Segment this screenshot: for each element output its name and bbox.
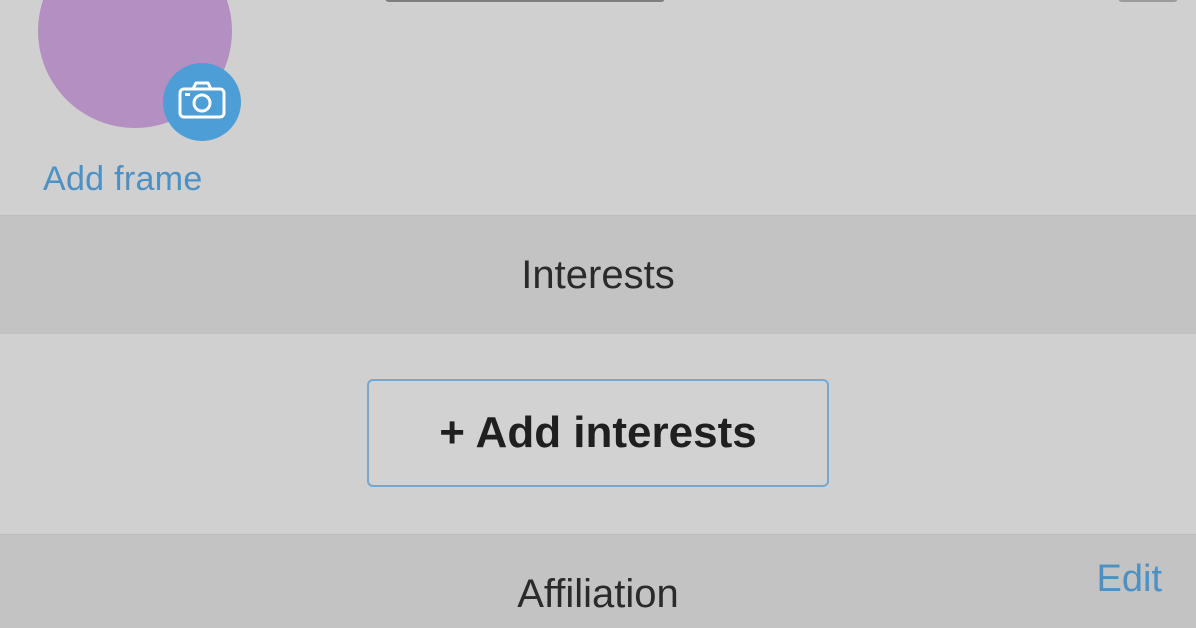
profile-header-area: Add frame <box>0 0 1196 215</box>
change-photo-button[interactable] <box>163 63 241 141</box>
interests-section-header: Interests <box>0 215 1196 335</box>
profile-edit-screen: Add frame Interests + Add interests Affi… <box>0 0 1196 628</box>
cropped-top-right-control[interactable] <box>1118 0 1178 2</box>
edit-affiliation-link[interactable]: Edit <box>1097 558 1162 601</box>
affiliation-title: Affiliation <box>517 572 679 616</box>
interests-title: Interests <box>521 252 675 297</box>
affiliation-section-header: Affiliation <box>0 534 1196 628</box>
add-interests-button[interactable]: + Add interests <box>367 379 829 487</box>
camera-icon <box>177 80 227 125</box>
add-frame-link[interactable]: Add frame <box>43 160 203 199</box>
interests-section-body: + Add interests <box>0 334 1196 534</box>
cropped-title-text <box>385 0 665 2</box>
